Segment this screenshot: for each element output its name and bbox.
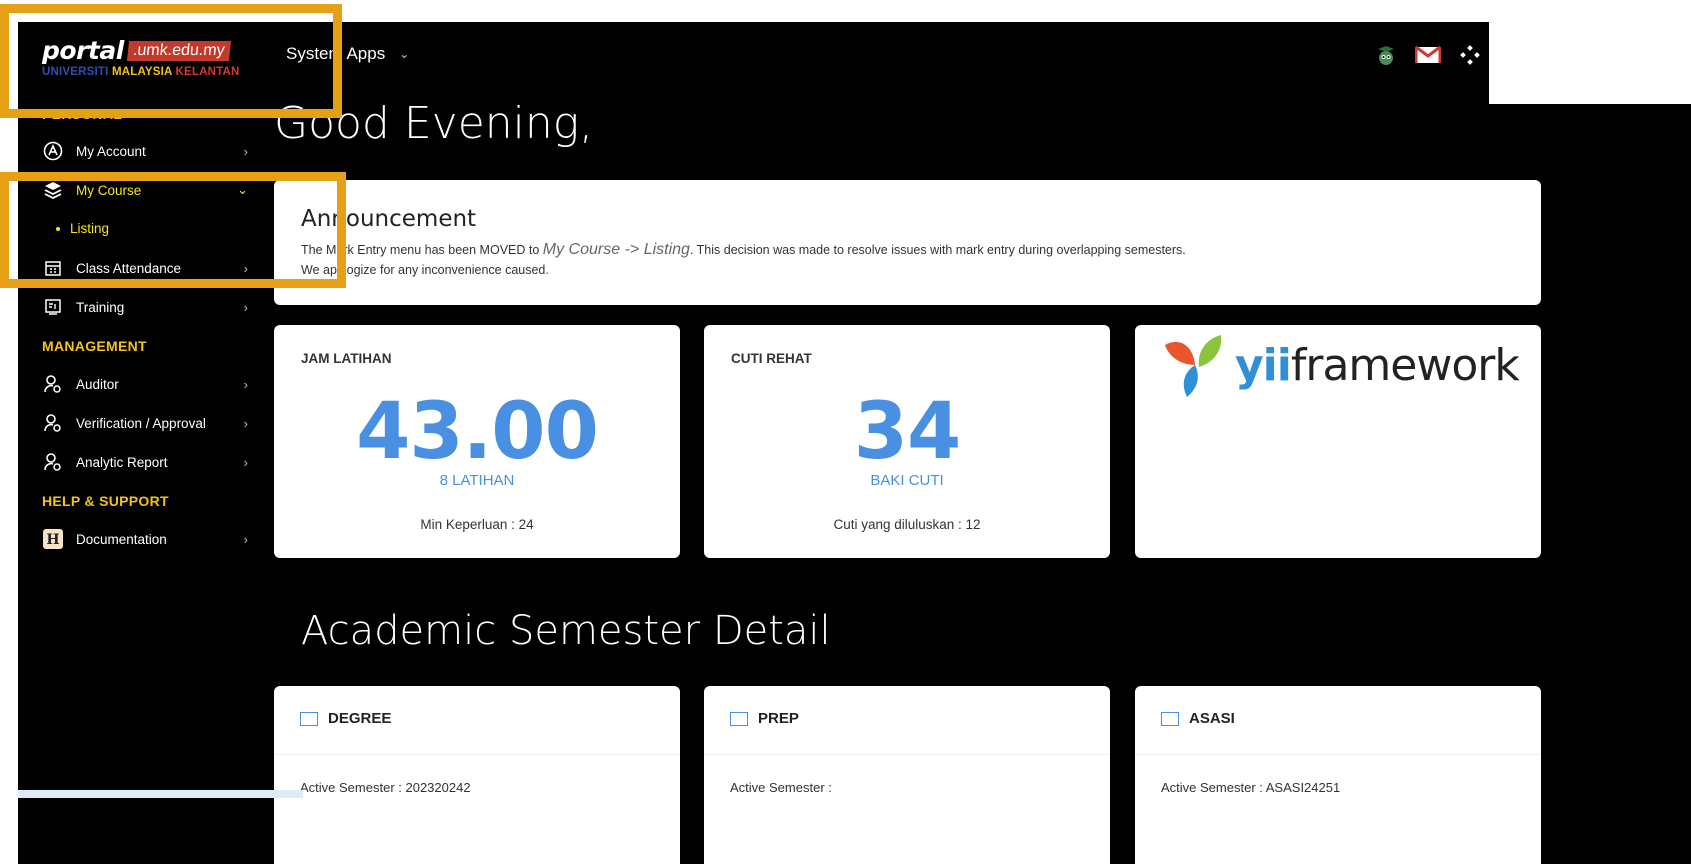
chevron-right-icon: ›	[243, 376, 248, 392]
stat-sublabel: 8 LATIHAN	[439, 472, 515, 489]
chevron-down-icon: ⌄	[237, 182, 248, 197]
chevron-right-icon: ›	[243, 260, 248, 276]
sidebar: portal .umk.edu.my UNIVERSITI MALAYSIA KE…	[18, 22, 283, 864]
announcement-text: . This decision was made to resolve issu…	[689, 243, 1186, 257]
apps-icon[interactable]	[1457, 42, 1483, 68]
sidebar-item-label: My Account	[76, 143, 146, 159]
chevron-right-icon: ›	[243, 299, 248, 315]
semester-title-text: PREP	[758, 710, 799, 727]
sidebar-subitem-listing[interactable]: Listing	[56, 221, 109, 236]
mail-icon[interactable]	[1415, 42, 1441, 68]
sidebar-item-label: My Course	[76, 182, 142, 198]
announcement-link[interactable]: My Course -> Listing	[543, 241, 690, 258]
yii-logo-icon	[1165, 335, 1222, 397]
semester-active: Active Semester : ASASI24251	[1161, 780, 1341, 795]
sidebar-item-analytic-report[interactable]: Analytic Report ›	[42, 448, 248, 476]
stat-sublabel: BAKI CUTI	[870, 472, 944, 489]
stat-value: 34	[853, 387, 962, 477]
sidebar-item-training[interactable]: Training ›	[42, 293, 248, 321]
brand-logo[interactable]: portal .umk.edu.my UNIVERSITI MALAYSIA KE…	[42, 36, 240, 78]
stat-label: CUTI REHAT	[731, 351, 812, 366]
stat-footer: Min Keperluan : 24	[420, 517, 534, 532]
academic-semester-title: Academic Semester Detail	[301, 608, 831, 654]
section-management: MANAGEMENT	[42, 338, 147, 354]
board-icon	[42, 296, 64, 318]
system-apps-label: System Apps	[286, 44, 386, 63]
stat-card-jam-latihan: JAM LATIHAN 43.00 8 LATIHAN Min Keperlua…	[274, 325, 680, 558]
system-apps-menu[interactable]: System Apps ⌄	[286, 44, 409, 64]
section-personal: PERSONAL	[42, 106, 123, 122]
announcement-body: The Mark Entry menu has been MOVED to My…	[301, 240, 1501, 280]
semester-title-text: ASASI	[1189, 710, 1235, 727]
yii-logo-text: yiiframework	[1235, 339, 1520, 391]
semester-active: Active Semester : 202320242	[300, 780, 471, 795]
sidebar-item-label: Training	[76, 299, 125, 315]
stat-label: JAM LATIHAN	[301, 351, 392, 366]
announcement-title: Announcement	[301, 206, 477, 232]
user-key-icon	[42, 451, 64, 473]
announcement-text: The Mark Entry menu has been MOVED to	[301, 243, 543, 257]
topbar-blank-area	[1489, 22, 1691, 104]
divider	[274, 754, 680, 755]
chevron-down-icon: ⌄	[399, 47, 410, 61]
sidebar-item-my-account[interactable]: My Account ›	[42, 137, 248, 165]
sidebar-subitem-label: Listing	[70, 221, 110, 236]
divider	[704, 754, 1110, 755]
envelope-icon	[300, 711, 318, 726]
stat-card-cuti-rehat: CUTI REHAT 34 BAKI CUTI Cuti yang dilulu…	[704, 325, 1110, 558]
yii-framework-logo: yiiframework	[1161, 331, 1520, 399]
yii-framework-card: yiiframework	[1135, 325, 1541, 558]
announcement-card: Announcement The Mark Entry menu has bee…	[274, 180, 1541, 305]
brand-domain: .umk.edu.my	[126, 41, 231, 61]
app-window: portal .umk.edu.my UNIVERSITI MALAYSIA KE…	[18, 22, 1691, 864]
user-key-icon	[42, 373, 64, 395]
brand-portal-text: portal	[42, 36, 124, 65]
account-icon	[42, 140, 64, 162]
sidebar-item-class-attendance[interactable]: Class Attendance ›	[42, 254, 248, 282]
h-icon: H	[42, 528, 64, 550]
stat-value: 43.00	[356, 387, 599, 477]
semester-card-prep: PREP Active Semester :	[704, 686, 1110, 864]
chevron-right-icon: ›	[243, 531, 248, 547]
brand-university: UNIVERSITI MALAYSIA KELANTAN	[42, 66, 240, 78]
sidebar-item-auditor[interactable]: Auditor ›	[42, 370, 248, 398]
sidebar-item-verification-approval[interactable]: Verification / Approval ›	[42, 409, 248, 437]
sidebar-item-label: Verification / Approval	[76, 415, 206, 431]
envelope-icon	[730, 711, 748, 726]
semester-card-degree: DEGREE Active Semester : 202320242	[274, 686, 680, 864]
user-key-icon	[42, 412, 64, 434]
semester-active: Active Semester :	[730, 780, 832, 795]
section-help-support: HELP & SUPPORT	[42, 493, 169, 509]
bullet-icon	[56, 226, 60, 231]
sidebar-item-my-course[interactable]: My Course ⌄	[42, 176, 248, 204]
sidebar-item-label: Analytic Report	[76, 454, 168, 470]
semester-title: ASASI	[1161, 710, 1235, 727]
envelope-icon	[1161, 711, 1179, 726]
chevron-right-icon: ›	[243, 415, 248, 431]
sidebar-item-label: Auditor	[76, 376, 119, 392]
sidebar-item-documentation[interactable]: H Documentation ›	[42, 525, 248, 553]
semester-card-asasi: ASASI Active Semester : ASASI24251	[1135, 686, 1541, 864]
sidebar-item-label: Documentation	[76, 531, 167, 547]
bottom-scroll-strip	[18, 790, 303, 798]
chevron-right-icon: ›	[243, 143, 248, 159]
sidebar-item-label: Class Attendance	[76, 260, 182, 276]
owl-icon[interactable]	[1373, 42, 1399, 68]
topbar-icons	[1373, 42, 1483, 68]
stat-footer: Cuti yang diluluskan : 12	[833, 517, 981, 532]
chevron-right-icon: ›	[243, 454, 248, 470]
semester-title: DEGREE	[300, 710, 391, 727]
divider	[1135, 754, 1541, 755]
layers-icon	[42, 179, 64, 201]
semester-title: PREP	[730, 710, 799, 727]
calendar-icon	[42, 257, 64, 279]
greeting-title: Good Evening,	[274, 98, 594, 149]
semester-title-text: DEGREE	[328, 710, 392, 727]
announcement-text: We apologize for any inconvenience cause…	[301, 263, 549, 277]
svg-text:H: H	[46, 532, 59, 548]
